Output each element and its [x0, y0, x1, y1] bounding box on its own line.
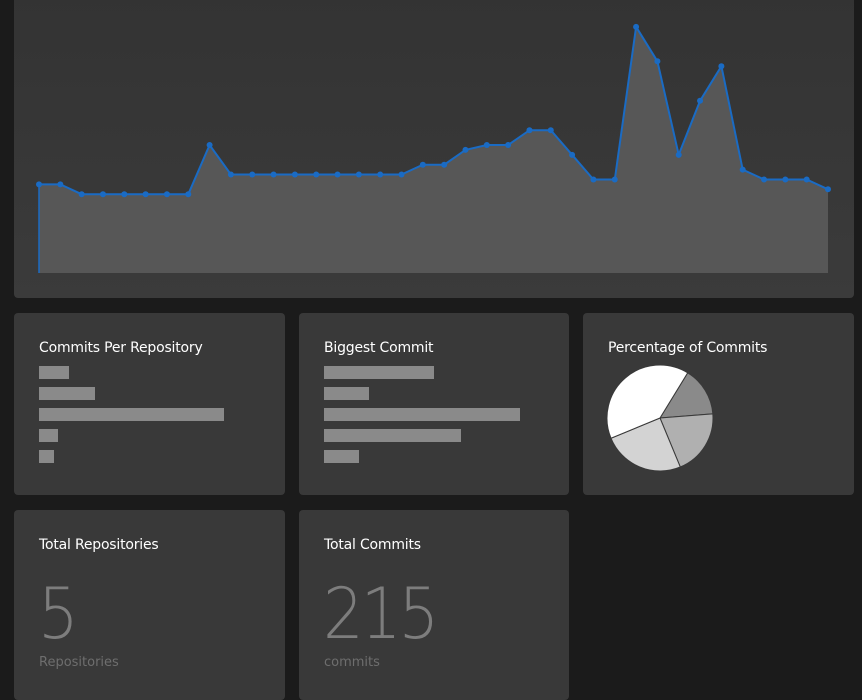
- area-fill: [39, 26, 828, 273]
- data-point[interactable]: [569, 151, 576, 158]
- data-point[interactable]: [398, 171, 405, 178]
- biggest-commit-card: Biggest Commit: [299, 313, 569, 495]
- data-point[interactable]: [419, 161, 426, 168]
- data-point[interactable]: [825, 186, 831, 193]
- data-point[interactable]: [78, 191, 85, 198]
- total-repositories-value: 5: [38, 574, 79, 656]
- total-repositories-card: Total Repositories 5 Repositories: [14, 510, 285, 700]
- data-point[interactable]: [291, 171, 298, 178]
- data-point[interactable]: [441, 161, 448, 168]
- data-point[interactable]: [377, 171, 384, 178]
- data-point[interactable]: [526, 127, 533, 134]
- commits-per-repository-bars: [39, 366, 269, 466]
- bar[interactable]: [39, 408, 224, 421]
- percentage-of-commits-title: Percentage of Commits: [608, 340, 768, 356]
- data-point[interactable]: [99, 191, 106, 198]
- percentage-of-commits-card: Percentage of Commits: [583, 313, 854, 495]
- data-point[interactable]: [163, 191, 170, 198]
- data-point[interactable]: [697, 97, 704, 104]
- bar[interactable]: [39, 450, 54, 463]
- data-point[interactable]: [121, 191, 128, 198]
- data-point[interactable]: [355, 171, 362, 178]
- data-point[interactable]: [249, 171, 256, 178]
- percentage-of-commits-pie: [607, 365, 714, 472]
- total-commits-value: 215: [323, 574, 439, 656]
- data-point[interactable]: [505, 142, 512, 148]
- data-point[interactable]: [483, 142, 490, 148]
- bar[interactable]: [324, 429, 462, 442]
- data-point[interactable]: [675, 151, 682, 158]
- data-point[interactable]: [270, 171, 277, 178]
- data-point[interactable]: [782, 176, 789, 183]
- commits-per-repository-card: Commits Per Repository: [14, 313, 285, 495]
- data-point[interactable]: [761, 176, 768, 183]
- bar[interactable]: [39, 387, 95, 400]
- biggest-commit-bars: [324, 366, 554, 466]
- data-point[interactable]: [185, 191, 192, 198]
- data-point[interactable]: [206, 142, 213, 148]
- bar[interactable]: [324, 387, 370, 400]
- data-point[interactable]: [227, 171, 234, 178]
- total-commits-unit: commits: [324, 655, 380, 670]
- data-point[interactable]: [803, 176, 810, 183]
- data-point[interactable]: [36, 181, 42, 188]
- bar[interactable]: [324, 450, 360, 463]
- commits-per-repository-title: Commits Per Repository: [39, 340, 203, 356]
- total-repositories-title: Total Repositories: [39, 537, 159, 553]
- data-point[interactable]: [462, 146, 469, 153]
- data-point[interactable]: [590, 176, 597, 183]
- biggest-commit-title: Biggest Commit: [324, 340, 434, 356]
- data-point[interactable]: [57, 181, 64, 188]
- total-repositories-unit: Repositories: [39, 655, 119, 670]
- data-point[interactable]: [313, 171, 320, 178]
- data-point[interactable]: [633, 23, 640, 30]
- activity-area-chart: [36, 23, 831, 273]
- bar[interactable]: [324, 408, 520, 421]
- bar[interactable]: [39, 366, 69, 379]
- data-point[interactable]: [718, 63, 725, 70]
- total-commits-card: Total Commits 215 commits: [299, 510, 569, 700]
- data-point[interactable]: [547, 127, 554, 134]
- bar[interactable]: [324, 366, 434, 379]
- total-commits-title: Total Commits: [324, 537, 421, 553]
- data-point[interactable]: [654, 58, 661, 65]
- bar[interactable]: [39, 429, 58, 442]
- data-point[interactable]: [334, 171, 341, 178]
- data-point[interactable]: [739, 166, 746, 173]
- data-point[interactable]: [611, 176, 618, 183]
- data-point[interactable]: [142, 191, 149, 198]
